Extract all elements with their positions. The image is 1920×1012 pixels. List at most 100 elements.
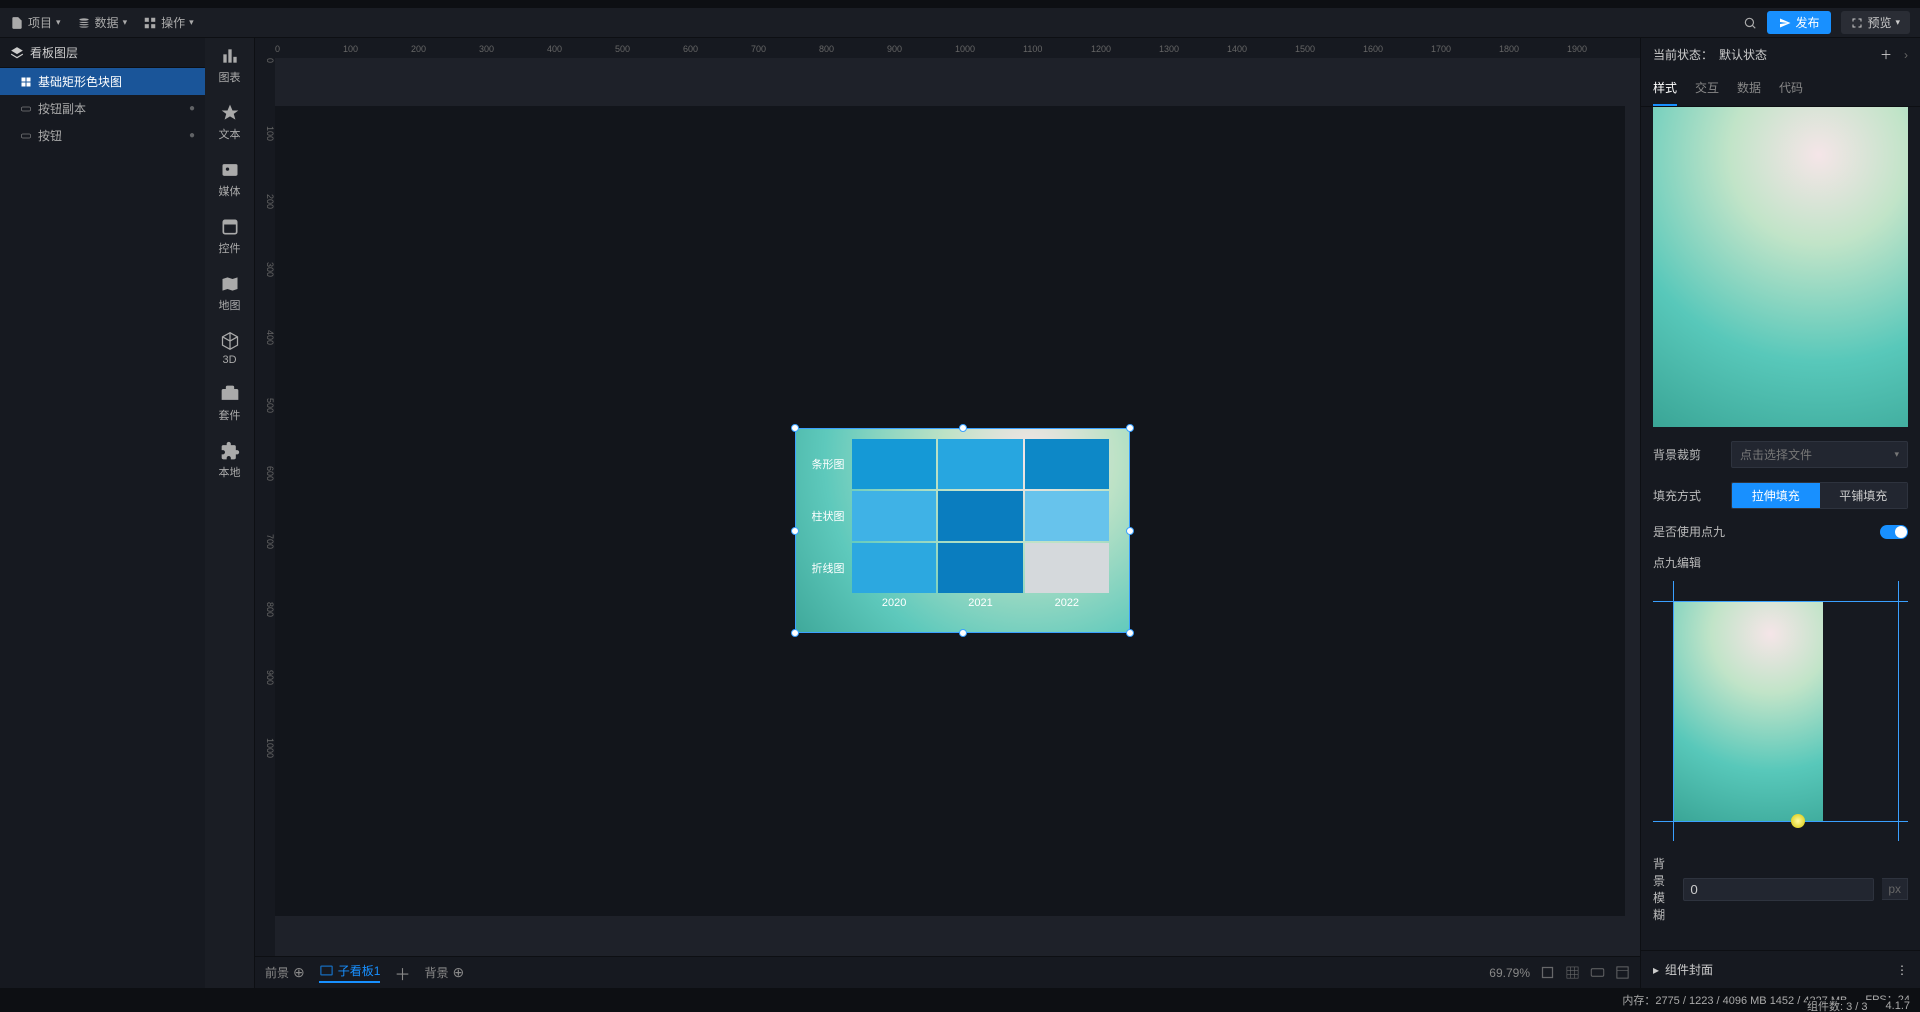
nine-patch-toggle[interactable]	[1880, 525, 1908, 539]
button-icon	[20, 130, 32, 142]
tab-subboard[interactable]: 子看板1	[319, 962, 381, 983]
tab-style[interactable]: 样式	[1653, 71, 1677, 106]
state-value: 默认状态	[1719, 46, 1767, 63]
layer-list: 基础矩形色块图 按钮副本 ● 按钮 ●	[0, 68, 205, 988]
button-icon	[20, 103, 32, 115]
cube-icon	[220, 331, 240, 351]
menubar: 项目▾ 数据▾ 操作▾ 发布 预览▾	[0, 8, 1920, 38]
resize-handle-br[interactable]	[1126, 629, 1134, 637]
nine-line-left[interactable]	[1673, 581, 1674, 841]
visibility-icon[interactable]: ●	[189, 103, 195, 114]
comp-media[interactable]: 媒体	[219, 160, 241, 199]
ruler-vertical: 01002003004005006007008009001000	[255, 58, 275, 988]
menu-data-label: 数据	[95, 14, 119, 31]
fill-tile-button[interactable]: 平铺填充	[1820, 483, 1908, 508]
menu-data[interactable]: 数据▾	[77, 14, 128, 31]
layer-item-heatmap[interactable]: 基础矩形色块图	[0, 68, 205, 95]
preview-label: 预览	[1867, 14, 1891, 31]
fit-icon[interactable]	[1540, 965, 1555, 980]
tab-foreground[interactable]: 前景⊕	[265, 964, 305, 981]
map-icon	[220, 274, 240, 294]
visibility-icon[interactable]: ●	[189, 130, 195, 141]
resize-handle-tl[interactable]	[791, 424, 799, 432]
puzzle-icon	[220, 441, 240, 461]
resize-handle-r[interactable]	[1126, 527, 1134, 535]
canvas-content[interactable]: 条形图 柱状图 折线图 202020212022	[275, 58, 1640, 988]
nine-patch-handle[interactable]	[1791, 814, 1805, 828]
menu-operations[interactable]: 操作▾	[143, 14, 194, 31]
tab-interact[interactable]: 交互	[1695, 71, 1719, 106]
component-toolbar: 图表 文本 媒体 控件 地图 3D 套件 本地	[205, 38, 255, 988]
menu-project-label: 项目	[28, 14, 52, 31]
control-icon	[220, 217, 240, 237]
comp-text[interactable]: 文本	[219, 103, 241, 142]
layer-item-button-copy[interactable]: 按钮副本 ●	[0, 95, 205, 122]
cover-label: 组件封面	[1665, 961, 1713, 978]
resize-handle-t[interactable]	[959, 424, 967, 432]
ruler-corner	[255, 38, 275, 58]
bg-blur-input[interactable]	[1683, 878, 1874, 901]
media-icon	[220, 160, 240, 180]
comp-3d[interactable]: 3D	[220, 331, 240, 366]
ruler-horizontal: 0100200300400500600700800900100011001200…	[275, 38, 1640, 58]
chart-icon	[220, 46, 240, 66]
resize-handle-bl[interactable]	[791, 629, 799, 637]
layer-item-button[interactable]: 按钮 ●	[0, 122, 205, 149]
layer-panel-header: 看板图层	[0, 38, 205, 68]
properties-panel: 当前状态： 默认状态 ＋ › 样式 交互 数据 代码 背景裁剪 点击选择文件▾ …	[1640, 38, 1920, 988]
layer-item-label: 按钮副本	[38, 100, 86, 117]
layer-item-label: 按钮	[38, 127, 62, 144]
add-state-button[interactable]: ＋	[1880, 46, 1892, 63]
fill-stretch-button[interactable]: 拉伸填充	[1732, 483, 1820, 508]
selected-component[interactable]: 条形图 柱状图 折线图 202020212022	[795, 428, 1130, 633]
bg-blur-unit: px	[1882, 878, 1908, 900]
layout-icon[interactable]	[1615, 965, 1630, 980]
status-count: 组件数: 3 / 3	[1807, 998, 1868, 1012]
text-icon	[220, 103, 240, 123]
publish-label: 发布	[1795, 14, 1819, 31]
tab-code[interactable]: 代码	[1779, 71, 1803, 106]
comp-control[interactable]: 控件	[219, 217, 241, 256]
component-cover-section[interactable]: ▸ 组件封面 ⋮	[1641, 950, 1920, 988]
tab-background[interactable]: 背景⊕	[424, 964, 464, 981]
selection-border	[795, 428, 1130, 633]
chevron-right-icon[interactable]: ›	[1904, 48, 1908, 62]
resize-handle-b[interactable]	[959, 629, 967, 637]
more-icon[interactable]: ⋮	[1896, 963, 1908, 977]
status-version: 4.1.7	[1886, 1000, 1910, 1012]
comp-map[interactable]: 地图	[219, 274, 241, 313]
grid-icon	[20, 76, 32, 88]
state-row: 当前状态： 默认状态 ＋ ›	[1641, 38, 1920, 71]
comp-suite[interactable]: 套件	[219, 384, 241, 423]
zoom-readout: 69.79%	[1489, 966, 1530, 980]
background-preview	[1653, 107, 1908, 427]
search-icon[interactable]	[1743, 16, 1757, 30]
layer-panel-title: 看板图层	[30, 44, 78, 61]
tab-add[interactable]: ＋	[394, 961, 410, 985]
resize-handle-l[interactable]	[791, 527, 799, 535]
comp-chart[interactable]: 图表	[219, 46, 241, 85]
grid-toggle-icon[interactable]	[1565, 965, 1580, 980]
nine-patch-preview	[1673, 601, 1823, 821]
comp-local[interactable]: 本地	[219, 441, 241, 480]
tab-data[interactable]: 数据	[1737, 71, 1761, 106]
nine-line-top[interactable]	[1653, 601, 1908, 602]
nine-patch-editor[interactable]	[1653, 581, 1908, 841]
board-icon	[319, 963, 334, 978]
resize-handle-tr[interactable]	[1126, 424, 1134, 432]
nine-toggle-label: 是否使用点九	[1653, 523, 1872, 540]
fill-mode-segment: 拉伸填充 平铺填充	[1731, 482, 1908, 509]
bg-blur-label: 背景模糊	[1653, 855, 1675, 923]
layer-panel: 看板图层 基础矩形色块图 按钮副本 ● 按钮 ●	[0, 38, 205, 988]
layer-item-label: 基础矩形色块图	[38, 73, 122, 90]
bg-crop-select[interactable]: 点击选择文件▾	[1731, 441, 1908, 468]
nine-edit-label: 点九编辑	[1653, 554, 1701, 571]
menu-ops-label: 操作	[161, 14, 185, 31]
nine-line-bottom[interactable]	[1653, 821, 1908, 822]
menu-project[interactable]: 项目▾	[10, 14, 61, 31]
statusbar: 内存：2775 / 1223 / 4096 MB 1452 / 4227 MB …	[0, 988, 1920, 1012]
publish-button[interactable]: 发布	[1767, 11, 1831, 34]
preview-button[interactable]: 预览▾	[1841, 11, 1910, 34]
nine-line-right[interactable]	[1898, 581, 1899, 841]
keyboard-icon[interactable]	[1590, 965, 1605, 980]
